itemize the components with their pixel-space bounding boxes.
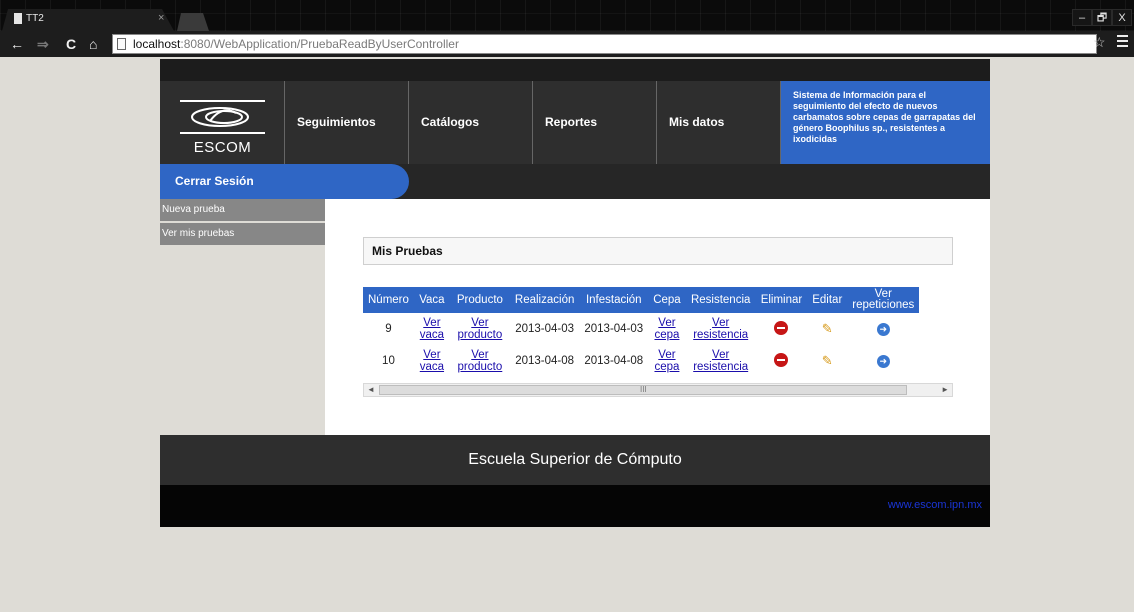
delete-icon[interactable] — [774, 320, 789, 335]
column-header: Producto — [449, 287, 510, 313]
scroll-left-icon[interactable]: ◄ — [367, 384, 375, 396]
ver-resistencia-link[interactable]: Ver resistencia — [691, 349, 751, 373]
browser-tab[interactable]: TT2 × — [2, 9, 174, 31]
escom-link[interactable]: www.escom.ipn.mx — [888, 499, 982, 511]
ver-producto-link[interactable]: Ver producto — [455, 349, 505, 373]
scrollbar-thumb[interactable]: III — [379, 385, 907, 395]
ver-vaca-link[interactable]: Ver vaca — [419, 349, 445, 373]
browser-toolbar: ← ⇒ C ⌂ localhost:8080/WebApplication/Pr… — [0, 31, 1134, 57]
top-strip — [160, 59, 990, 81]
sidebar: Nueva prueba Ver mis pruebas — [160, 199, 325, 435]
column-header: Vaca — [413, 287, 450, 313]
cell-realizacion: 2013-04-03 — [515, 323, 575, 335]
cell-infestacion: 2013-04-08 — [584, 355, 644, 367]
bookmark-star-icon[interactable]: ☆ — [1093, 34, 1106, 51]
footer-bar: www.escom.ipn.mx — [160, 485, 990, 527]
column-header: Número — [363, 287, 414, 313]
nav-mis-datos[interactable]: Mis datos — [657, 81, 781, 164]
sidebar-item-nueva-prueba[interactable]: Nueva prueba — [160, 199, 325, 221]
results-table: Número Vaca Producto Realización Infesta… — [363, 287, 920, 377]
column-header: Cepa — [648, 287, 686, 313]
logout-button[interactable]: Cerrar Sesión — [160, 164, 409, 199]
url-text: localhost:8080/WebApplication/PruebaRead… — [133, 37, 459, 51]
delete-icon[interactable] — [774, 352, 789, 367]
column-header: Realización — [509, 287, 580, 313]
nav-reportes[interactable]: Reportes — [533, 81, 657, 164]
ver-cepa-link[interactable]: Ver cepa — [654, 317, 680, 341]
nav-seguimientos[interactable]: Seguimientos — [285, 81, 409, 164]
site-header: ESCOM Seguimientos Catálogos Reportes Mi… — [160, 81, 990, 164]
edit-pencil-icon[interactable]: ✎ — [822, 321, 833, 337]
cell-realizacion: 2013-04-08 — [515, 355, 575, 367]
column-header: Eliminar — [755, 287, 808, 313]
forward-icon[interactable]: ⇒ — [37, 35, 49, 53]
page-title: Mis Pruebas — [363, 237, 953, 265]
tab-title: TT2 — [26, 13, 44, 24]
home-icon[interactable]: ⌂ — [89, 35, 97, 53]
minimize-button[interactable]: – — [1072, 9, 1092, 26]
column-header: Resistencia — [685, 287, 756, 313]
browser-tabbar: TT2 × – 🗗 X — [0, 0, 1134, 31]
arrow-right-icon[interactable]: ➜ — [876, 354, 890, 368]
page-icon — [117, 38, 126, 50]
escom-logo[interactable]: ESCOM — [160, 81, 285, 164]
arrow-right-icon[interactable]: ➜ — [876, 322, 890, 336]
back-icon[interactable]: ← — [10, 35, 24, 53]
cell-infestacion: 2013-04-03 — [584, 323, 644, 335]
close-tab-icon[interactable]: × — [158, 12, 164, 24]
ver-resistencia-link[interactable]: Ver resistencia — [691, 317, 751, 341]
address-bar[interactable]: localhost:8080/WebApplication/PruebaRead… — [112, 34, 1097, 54]
escom-logo-icon — [180, 100, 265, 134]
ver-producto-link[interactable]: Ver producto — [455, 317, 505, 341]
system-info-box: Sistema de Información para el seguimien… — [781, 81, 990, 164]
ver-vaca-link[interactable]: Ver vaca — [419, 317, 445, 341]
new-tab-button[interactable] — [177, 13, 209, 31]
column-header: Ver repeticiones — [847, 287, 920, 313]
column-header: Editar — [807, 287, 848, 313]
table-row: 9 Ver vaca Ver producto 2013-04-03 2013-… — [363, 313, 919, 345]
nav-catalogos[interactable]: Catálogos — [409, 81, 533, 164]
window-controls: – 🗗 X — [1072, 9, 1132, 26]
reload-icon[interactable]: C — [66, 35, 76, 53]
main-content: Mis Pruebas Número Vaca Producto Realiza… — [325, 199, 990, 435]
footer-school-name: Escuela Superior de Cómputo — [160, 435, 990, 485]
logo-text: ESCOM — [193, 139, 252, 156]
edit-pencil-icon[interactable]: ✎ — [822, 353, 833, 369]
column-header: Infestación — [579, 287, 649, 313]
scroll-grip: III — [640, 385, 647, 394]
session-bar: Cerrar Sesión — [160, 164, 990, 199]
cell-numero: 10 — [382, 355, 395, 367]
site-container: ESCOM Seguimientos Catálogos Reportes Mi… — [160, 59, 990, 527]
horizontal-scrollbar[interactable]: ◄ III ► — [363, 383, 953, 397]
close-window-button[interactable]: X — [1112, 9, 1132, 26]
menu-icon[interactable] — [1117, 35, 1128, 50]
sidebar-item-ver-mis-pruebas[interactable]: Ver mis pruebas — [160, 223, 325, 245]
page-icon — [14, 13, 22, 24]
ver-cepa-link[interactable]: Ver cepa — [654, 349, 680, 373]
scroll-right-icon[interactable]: ► — [941, 384, 949, 396]
cell-numero: 9 — [385, 323, 392, 335]
table-header-row: Número Vaca Producto Realización Infesta… — [363, 287, 920, 313]
maximize-button[interactable]: 🗗 — [1092, 9, 1112, 26]
table-row: 10 Ver vaca Ver producto 2013-04-08 2013… — [363, 345, 919, 377]
